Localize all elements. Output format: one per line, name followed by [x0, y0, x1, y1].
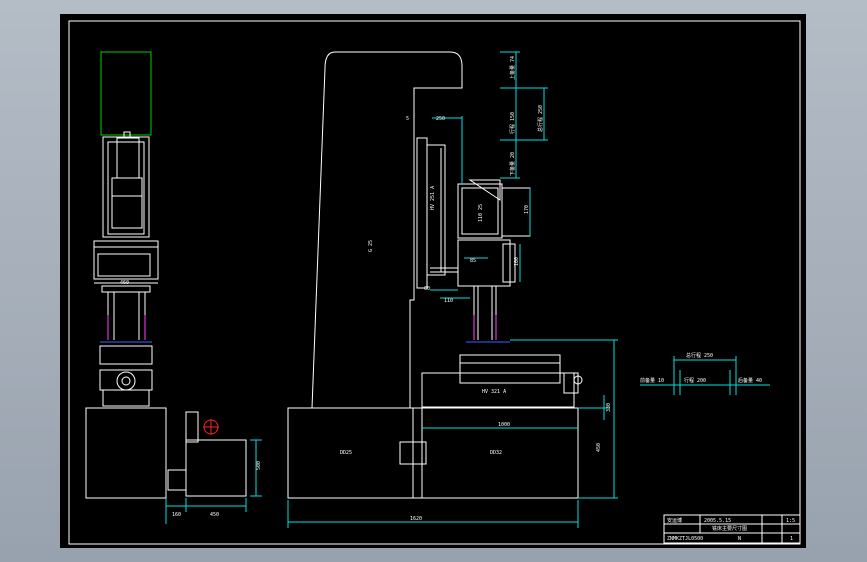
dim-v-travel-a: 行程 150 — [509, 112, 516, 134]
title-sheet: 1 — [790, 536, 793, 542]
label-cabinet-right: DD32 — [490, 450, 502, 456]
dim-h-upper: 330 — [606, 403, 612, 412]
dim-head-lower: 100 — [514, 257, 520, 266]
dim-spindle-small: 60 — [424, 286, 430, 292]
dim-h-lower: 450 — [596, 443, 602, 452]
title-subtitle: ZNMKZTJL0500 — [667, 536, 703, 542]
dim-travel-mid: 行程 200 — [684, 377, 706, 384]
dim-head-offset: 5 — [406, 116, 409, 122]
dim-travel-front: 前备量 10 — [640, 377, 664, 384]
label-motor-head: 110 25 — [478, 204, 484, 222]
dim-head-width: 170 — [524, 205, 530, 214]
label-motor-vertical: HV 251 A — [430, 186, 436, 210]
dim-total-len: 1620 — [410, 516, 422, 522]
title-code: N — [738, 536, 741, 542]
dim-side-width: 460 — [120, 280, 129, 286]
cad-drawing: G 25 HV 251 A 110 25 HV 321 A DD25 DD32 … — [60, 14, 806, 548]
dim-spindle-gap: 85 — [470, 258, 476, 264]
title-drawing: 铣床主要尺寸图 — [712, 525, 747, 532]
label-cabinet-left: DD25 — [340, 450, 352, 456]
dim-v-travel-b: 总行程 250 — [537, 105, 544, 132]
dim-travel-total: 总行程 250 — [686, 352, 713, 359]
dim-spindle-base: 110 — [444, 298, 453, 304]
dim-side-base-b: 450 — [210, 512, 219, 518]
title-company: 安运博 — [667, 517, 682, 524]
dim-v-down: 下备量 20 — [509, 152, 516, 176]
dim-travel-back: 后备量 40 — [738, 377, 762, 384]
label-motor-table: HV 321 A — [482, 389, 506, 395]
dim-bed-len: 1000 — [498, 422, 510, 428]
label-column: G 25 — [368, 240, 374, 252]
title-scale: 1:5 — [786, 518, 795, 524]
dim-side-base-a: 160 — [172, 512, 181, 518]
dim-side-height: 500 — [256, 461, 262, 470]
cad-viewport[interactable]: G 25 HV 251 A 110 25 HV 321 A DD25 DD32 … — [0, 0, 867, 562]
drawing-area — [60, 14, 806, 548]
title-date: 2005.5.15 — [704, 518, 731, 524]
dim-v-up: 上备量 74 — [509, 56, 516, 80]
dim-head: 250 — [436, 116, 445, 122]
